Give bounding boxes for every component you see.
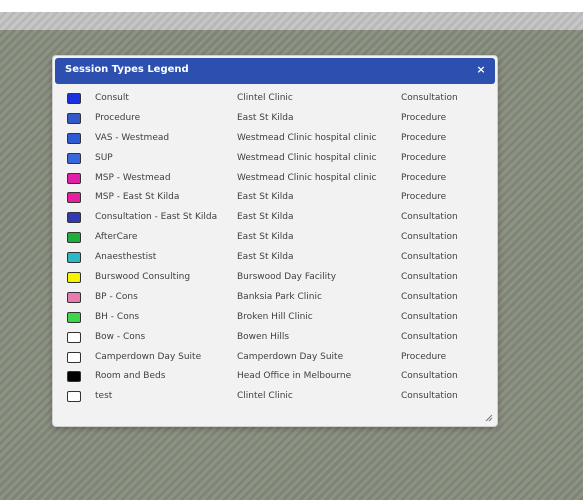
session-location: East St Kilda bbox=[237, 252, 294, 263]
color-swatch bbox=[67, 272, 81, 284]
session-types-legend-dialog: Session Types Legend × Consult Clintel Cl… bbox=[52, 55, 498, 427]
session-type-name: Procedure bbox=[95, 112, 141, 123]
legend-row: SUP Westmead Clinic hospital clinic Proced… bbox=[53, 151, 497, 171]
session-location: Banksia Park Clinic bbox=[237, 291, 322, 302]
resize-handle-icon[interactable] bbox=[484, 413, 493, 422]
color-swatch bbox=[67, 371, 81, 383]
color-swatch bbox=[67, 112, 81, 124]
session-location: Westmead Clinic hospital clinic bbox=[237, 132, 377, 143]
session-type-name: Anaesthestist bbox=[95, 252, 157, 263]
color-swatch bbox=[67, 212, 81, 224]
legend-row: MSP - Westmead Westmead Clinic hospital c… bbox=[53, 171, 497, 191]
legend-row: BP - Cons Banksia Park Clinic Consultation bbox=[53, 290, 497, 310]
session-location: Broken Hill Clinic bbox=[237, 311, 313, 322]
legend-row: Room and Beds Head Office in Melbourne Con… bbox=[53, 369, 497, 389]
color-swatch bbox=[67, 252, 81, 264]
legend-row: Consultation - East St Kilda East St Kild… bbox=[53, 210, 497, 230]
page-header-bar bbox=[0, 12, 583, 30]
dialog-title: Session Types Legend bbox=[65, 64, 189, 75]
session-type-name: Burswood Consulting bbox=[95, 272, 191, 283]
session-category: Procedure bbox=[401, 172, 447, 183]
legend-row: Anaesthestist East St Kilda Consultation bbox=[53, 250, 497, 270]
session-location: Westmead Clinic hospital clinic bbox=[237, 152, 377, 163]
session-category: Procedure bbox=[401, 192, 447, 203]
session-location: Head Office in Melbourne bbox=[237, 371, 352, 382]
session-category: Consultation bbox=[401, 291, 458, 302]
color-swatch bbox=[67, 291, 81, 303]
legend-row: Consult Clintel Clinic Consultation bbox=[53, 91, 497, 111]
session-location: East St Kilda bbox=[237, 192, 294, 203]
session-type-name: Camperdown Day Suite bbox=[95, 351, 202, 362]
session-location: Westmead Clinic hospital clinic bbox=[237, 172, 377, 183]
legend-row: Burswood Consulting Burswood Day Facility… bbox=[53, 270, 497, 290]
color-swatch bbox=[67, 192, 81, 204]
session-category: Procedure bbox=[401, 132, 447, 143]
session-category: Consultation bbox=[401, 311, 458, 322]
page-top-strip bbox=[0, 0, 583, 12]
color-swatch bbox=[67, 391, 81, 403]
session-type-name: Bow - Cons bbox=[95, 331, 146, 342]
session-type-name: Consult bbox=[95, 93, 129, 103]
legend-row: VAS - Westmead Westmead Clinic hospital c… bbox=[53, 131, 497, 151]
close-icon[interactable]: × bbox=[474, 63, 488, 77]
session-category: Consultation bbox=[401, 212, 458, 223]
dialog-header[interactable]: Session Types Legend × bbox=[55, 58, 495, 84]
legend-row: test Clintel Clinic Consultation bbox=[53, 389, 497, 409]
session-category: Consultation bbox=[401, 371, 458, 382]
color-swatch bbox=[67, 311, 81, 323]
session-location: Camperdown Day Suite bbox=[237, 351, 344, 362]
legend-row: Procedure East St Kilda Procedure bbox=[53, 111, 497, 131]
session-location: Burswood Day Facility bbox=[237, 272, 337, 283]
color-swatch bbox=[67, 232, 81, 244]
color-swatch bbox=[67, 351, 81, 363]
session-type-name: Consultation - East St Kilda bbox=[95, 212, 218, 223]
color-swatch bbox=[67, 93, 81, 104]
color-swatch bbox=[67, 132, 81, 144]
session-location: East St Kilda bbox=[237, 232, 294, 243]
session-category: Consultation bbox=[401, 272, 458, 283]
legend-row: Camperdown Day Suite Camperdown Day Suite… bbox=[53, 350, 497, 370]
session-category: Procedure bbox=[401, 351, 447, 362]
session-location: Clintel Clinic bbox=[237, 93, 293, 103]
session-category: Procedure bbox=[401, 112, 447, 123]
session-type-name: test bbox=[95, 391, 113, 402]
session-category: Procedure bbox=[401, 152, 447, 163]
session-location: East St Kilda bbox=[237, 112, 294, 123]
color-swatch bbox=[67, 331, 81, 343]
session-category: Consultation bbox=[401, 232, 458, 243]
session-category: Consultation bbox=[401, 252, 458, 263]
session-type-name: AfterCare bbox=[95, 232, 138, 243]
color-swatch bbox=[67, 152, 81, 164]
legend-row: AfterCare East St Kilda Consultation bbox=[53, 230, 497, 250]
session-category: Consultation bbox=[401, 93, 458, 103]
session-type-name: Room and Beds bbox=[95, 371, 166, 382]
session-type-name: BH - Cons bbox=[95, 311, 140, 322]
color-swatch bbox=[67, 172, 81, 184]
session-category: Consultation bbox=[401, 331, 458, 342]
legend-row: MSP - East St Kilda East St Kilda Procedur… bbox=[53, 190, 497, 210]
legend-row: BH - Cons Broken Hill Clinic Consultation bbox=[53, 310, 497, 330]
legend-list: Consult Clintel Clinic Consultation Procedu… bbox=[53, 91, 497, 409]
session-type-name: MSP - East St Kilda bbox=[95, 192, 180, 203]
session-type-name: MSP - Westmead bbox=[95, 172, 171, 183]
session-type-name: BP - Cons bbox=[95, 291, 138, 302]
legend-row: Bow - Cons Bowen Hills Consultation bbox=[53, 330, 497, 350]
session-type-name: VAS - Westmead bbox=[95, 132, 170, 143]
session-location: Bowen Hills bbox=[237, 331, 290, 342]
session-location: Clintel Clinic bbox=[237, 391, 293, 402]
session-category: Consultation bbox=[401, 391, 458, 402]
session-type-name: SUP bbox=[95, 152, 113, 163]
session-location: East St Kilda bbox=[237, 212, 294, 223]
